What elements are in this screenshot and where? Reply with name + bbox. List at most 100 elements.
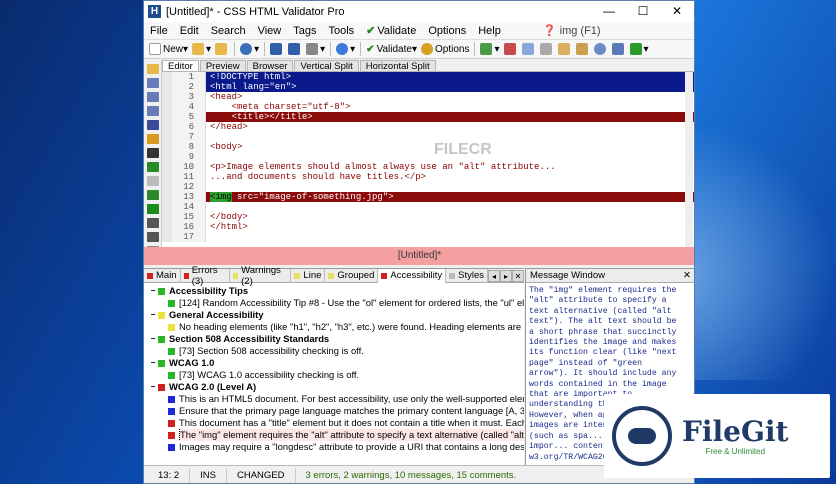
bookmark-gutter[interactable] [162,132,172,142]
globe-button[interactable]: ▾ [335,42,356,57]
tree-group[interactable]: − General Accessibility [144,309,524,321]
text-lines-icon[interactable] [147,162,159,172]
code-line[interactable]: 13 <img src="image-of-something.jpg"> [162,192,694,202]
tree-item[interactable]: No heading elements (like "h1", "h2", "h… [144,321,524,333]
check-icon[interactable] [147,204,159,214]
tree-item[interactable]: [73] WCAG 1.0 accessibility checking is … [144,369,524,381]
paste-button[interactable] [557,42,573,57]
cut-button[interactable] [503,42,519,57]
open-folder-button[interactable] [214,42,230,57]
menu-search[interactable]: Search [205,25,252,37]
folder-icon[interactable] [147,64,159,74]
results-tab-grouped[interactable]: Grouped [325,268,379,283]
bookmark-gutter[interactable] [162,192,172,202]
code-editor[interactable]: 1 <!DOCTYPE html> 2 <html lang="en"> 3 <head>… [162,72,694,247]
maximize-button[interactable]: ☐ [626,1,660,22]
menu-file[interactable]: File [144,25,174,37]
code-line[interactable]: 15 </body> [162,212,694,222]
print-button[interactable]: ▾ [305,42,326,57]
bookmark-gutter[interactable] [162,232,172,242]
bookmark-gutter[interactable] [162,142,172,152]
file-tab[interactable]: [Untitled]* [144,247,694,265]
results-tab-accessibility[interactable]: Accessibility [378,268,447,283]
code-line[interactable]: 11 ...and documents should have titles.</… [162,172,694,182]
code-line[interactable]: 8 <body> [162,142,694,152]
list-numbered-icon[interactable] [147,92,159,102]
tree-group[interactable]: − Accessibility Tips [144,285,524,297]
tree-item[interactable]: Ensure that the primary page language ma… [144,405,524,417]
clipboard-button[interactable] [575,42,591,57]
undo-button[interactable]: ▾ [239,42,260,57]
tree-item[interactable]: The "img" element requires the "alt" att… [144,429,524,441]
code-line[interactable]: 7 [162,132,694,142]
tree-item[interactable]: [73] Section 508 accessibility checking … [144,345,524,357]
code-line[interactable]: 14 [162,202,694,212]
bookmark-gutter[interactable] [162,202,172,212]
tree-group[interactable]: − Section 508 Accessibility Standards [144,333,524,345]
tree-item[interactable]: This document has a "title" element but … [144,417,524,429]
redo-button[interactable] [521,42,537,57]
code-line[interactable]: 12 [162,182,694,192]
toolbar-validate-button[interactable]: ✔ Validate ▾ [365,42,418,57]
tab-browser[interactable]: Browser [246,60,294,72]
tree-item[interactable]: This is an HTML5 document. For best acce… [144,393,524,405]
tree-group[interactable]: − WCAG 2.0 (Level A) [144,381,524,393]
lines-icon[interactable] [147,218,159,228]
code-line[interactable]: 16 </html> [162,222,694,232]
new-button[interactable]: New ▾ [148,42,189,57]
close-icon[interactable]: ✕ [683,269,691,283]
bookmark-gutter[interactable] [162,82,172,92]
code-line[interactable]: 2 <html lang="en"> [162,82,694,92]
menu-options[interactable]: Options [422,25,472,37]
code-line[interactable]: 1 <!DOCTYPE html> [162,72,694,82]
collapse-icon[interactable]: − [148,357,158,369]
collapse-icon[interactable]: − [148,333,158,345]
tab-horizontal-split[interactable]: Horizontal Split [359,60,436,72]
code-line[interactable]: 4 <meta charset="utf-8"> [162,102,694,112]
bookmark-gutter[interactable] [162,72,172,82]
indent-icon[interactable] [147,106,159,116]
paragraph-icon[interactable] [147,148,159,158]
tree-item[interactable]: Images may require a "longdesc" attribut… [144,441,524,453]
replace-button[interactable] [611,42,627,57]
menu-help[interactable]: Help [472,25,507,37]
lines-alt-icon[interactable] [147,232,159,242]
results-tab-styles[interactable]: Styles [446,268,488,283]
bookmark-gutter[interactable] [162,212,172,222]
bookmark-gutter[interactable] [162,162,172,172]
collapse-icon[interactable]: − [148,309,158,321]
spell-check-button[interactable]: ▾ [629,42,650,57]
code-line[interactable]: 9 [162,152,694,162]
results-tab-main[interactable]: Main [144,268,181,283]
tree-item[interactable]: [124] Random Accessibility Tip #8 - Use … [144,297,524,309]
tab-vertical-split[interactable]: Vertical Split [294,60,359,72]
menu-validate[interactable]: ✔ Validate [360,24,422,37]
close-button[interactable]: ✕ [660,1,694,22]
find-button[interactable] [593,42,609,57]
bookmark-gutter[interactable] [162,122,172,132]
menu-view[interactable]: View [252,25,288,37]
code-line[interactable]: 6 </head> [162,122,694,132]
results-tab-errors[interactable]: Errors (3) [181,265,230,287]
results-tab-warnings[interactable]: Warnings (2) [230,265,292,287]
bookmark-gutter[interactable] [162,92,172,102]
tree-group[interactable]: − WCAG 1.0 [144,357,524,369]
save-all-button[interactable] [287,42,303,57]
align-icon[interactable] [147,120,159,130]
color-bars-icon[interactable] [147,134,159,144]
code-line[interactable]: 5 <title></title> [162,112,694,122]
open-button[interactable]: ▾ [191,42,212,57]
code-line[interactable]: 17 [162,232,694,242]
editor-scrollbar[interactable] [685,72,693,247]
minimize-button[interactable]: — [592,1,626,22]
scroll-right-icon[interactable]: ▸ [500,269,512,282]
tab-editor[interactable]: Editor [162,60,199,72]
toolbar-options-button[interactable]: Options [420,42,470,57]
menu-tags[interactable]: Tags [287,25,322,37]
results-tab-line[interactable]: Line [291,268,326,283]
bookmark-gutter[interactable] [162,112,172,122]
code-line[interactable]: 10 <p>Image elements should almost always… [162,162,694,172]
collapse-icon[interactable]: − [148,381,158,393]
batch-button[interactable]: ▾ [479,42,500,57]
close-icon[interactable]: ✕ [512,269,524,282]
